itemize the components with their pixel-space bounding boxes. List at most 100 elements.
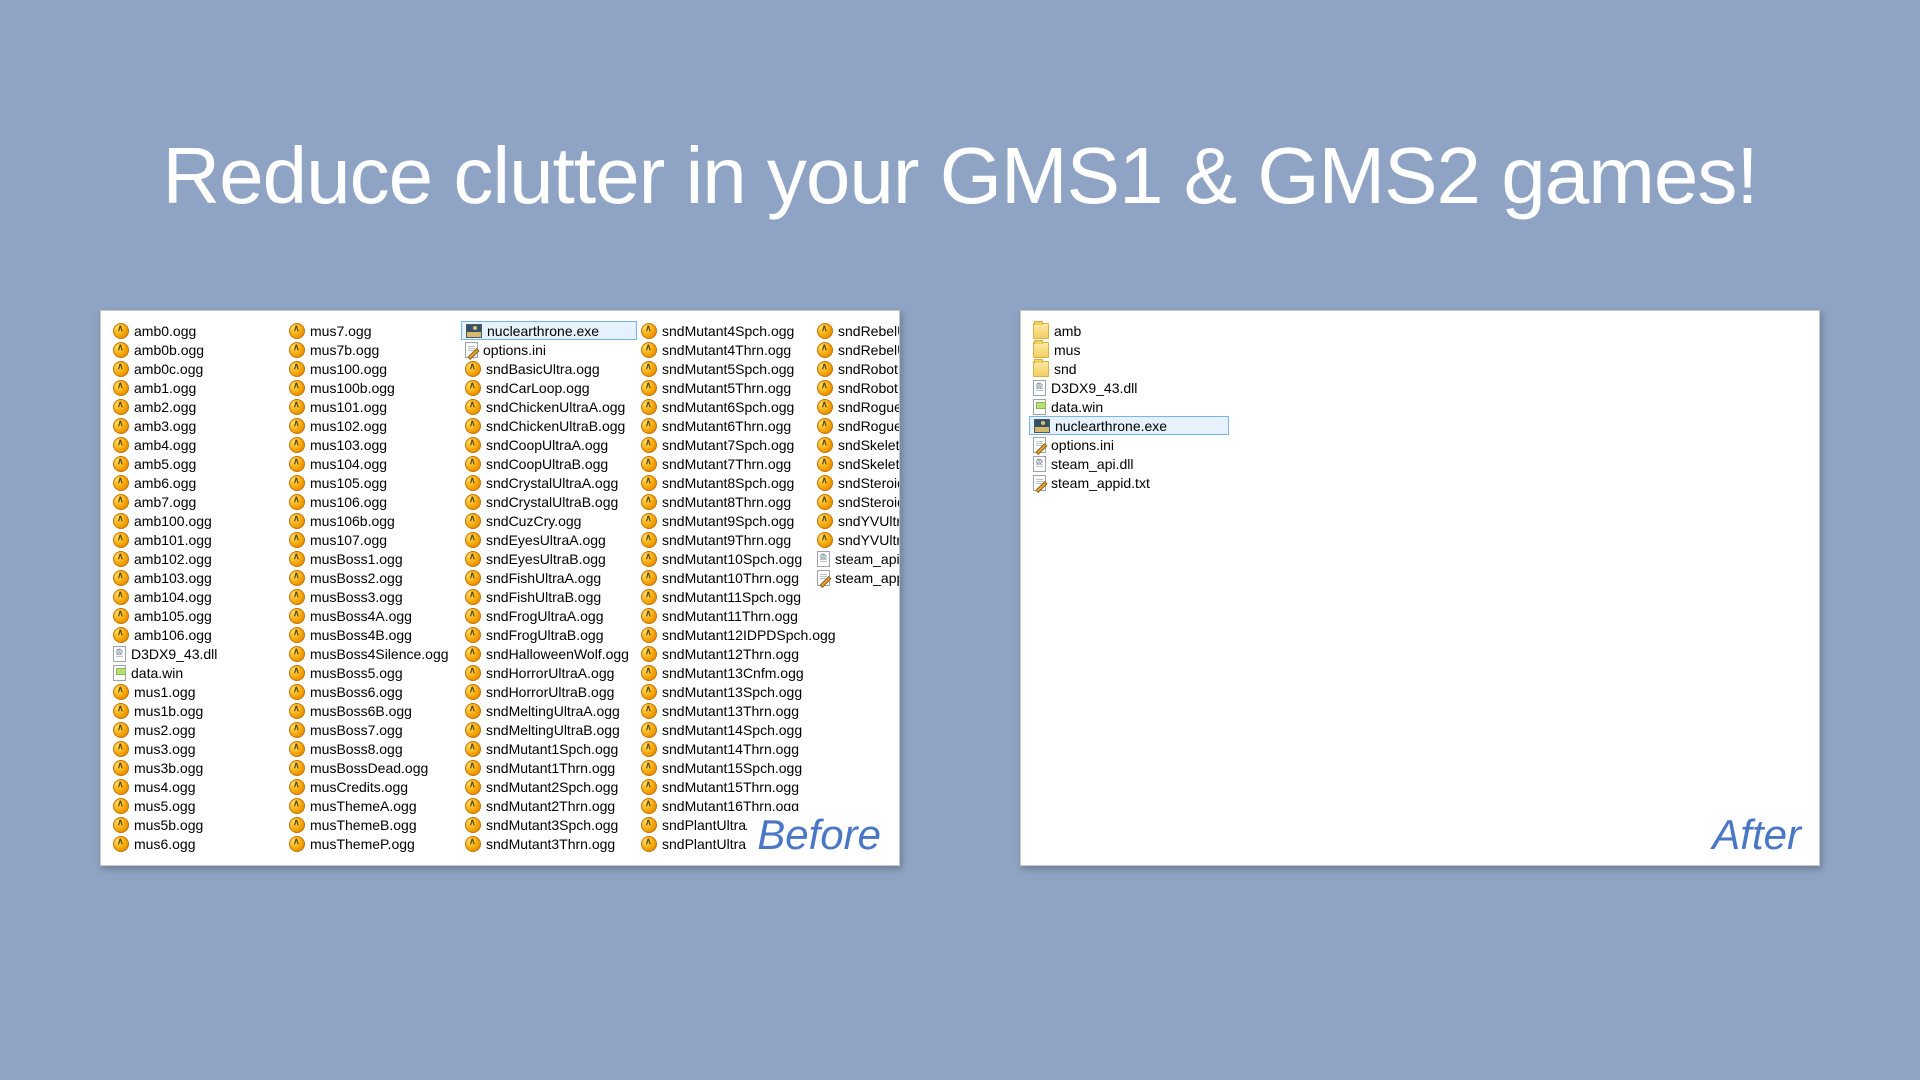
file-item[interactable]: sndBasicUltra.ogg <box>461 359 637 378</box>
file-item[interactable]: musThemeA.ogg <box>285 796 461 815</box>
file-item[interactable]: mus5.ogg <box>109 796 285 815</box>
file-item[interactable]: options.ini <box>461 340 637 359</box>
file-item[interactable]: amb103.ogg <box>109 568 285 587</box>
file-item[interactable]: sndCoopUltraB.ogg <box>461 454 637 473</box>
file-item[interactable]: sndMutant13Spch.ogg <box>637 682 813 701</box>
file-item[interactable]: sndFrogUltraB.ogg <box>461 625 637 644</box>
file-item[interactable]: mus102.ogg <box>285 416 461 435</box>
file-item[interactable]: amb100.ogg <box>109 511 285 530</box>
file-item[interactable]: sndMutant5Spch.ogg <box>637 359 813 378</box>
file-item[interactable]: musBoss4A.ogg <box>285 606 461 625</box>
file-item[interactable]: musBoss4Silence.ogg <box>285 644 461 663</box>
file-item[interactable]: sndChickenUltraB.ogg <box>461 416 637 435</box>
file-item[interactable]: sndMutant10Thrn.ogg <box>637 568 813 587</box>
file-item[interactable]: data.win <box>1029 397 1229 416</box>
file-item[interactable]: sndRebelUltraB.ogg <box>813 340 900 359</box>
file-item[interactable]: sndMutant11Spch.ogg <box>637 587 813 606</box>
file-item[interactable]: sndMutant12Thrn.ogg <box>637 644 813 663</box>
file-item[interactable]: sndMutant11Thrn.ogg <box>637 606 813 625</box>
file-item[interactable]: amb2.ogg <box>109 397 285 416</box>
file-item[interactable]: amb <box>1029 321 1229 340</box>
file-item[interactable]: steam_appid.txt <box>813 568 900 587</box>
file-item[interactable]: sndMutant3Spch.ogg <box>461 815 637 834</box>
file-item[interactable]: sndFishUltraB.ogg <box>461 587 637 606</box>
file-item[interactable]: musBoss2.ogg <box>285 568 461 587</box>
file-item[interactable]: snd <box>1029 359 1229 378</box>
file-item[interactable]: mus1b.ogg <box>109 701 285 720</box>
file-item[interactable]: amb1.ogg <box>109 378 285 397</box>
file-item[interactable]: amb3.ogg <box>109 416 285 435</box>
file-item[interactable]: sndMutant14Thrn.ogg <box>637 739 813 758</box>
file-item[interactable]: sndMutant6Spch.ogg <box>637 397 813 416</box>
file-item[interactable]: options.ini <box>1029 435 1229 454</box>
file-item[interactable]: sndMutant8Thrn.ogg <box>637 492 813 511</box>
file-item[interactable]: sndRobotUltraB.ogg <box>813 378 900 397</box>
file-item[interactable]: steam_api.dll <box>1029 454 1229 473</box>
file-item[interactable]: sndMutant1Spch.ogg <box>461 739 637 758</box>
file-item[interactable]: sndMutant14Spch.ogg <box>637 720 813 739</box>
file-item[interactable]: sndEyesUltraB.ogg <box>461 549 637 568</box>
file-item[interactable]: musBoss1.ogg <box>285 549 461 568</box>
file-item[interactable]: sndChickenUltraA.ogg <box>461 397 637 416</box>
file-item[interactable]: sndMeltingUltraA.ogg <box>461 701 637 720</box>
file-item[interactable]: mus <box>1029 340 1229 359</box>
file-item[interactable]: sndMutant6Thrn.ogg <box>637 416 813 435</box>
file-item[interactable]: sndRogueUltraB.ogg <box>813 416 900 435</box>
file-item[interactable]: sndSteroidsUltraA.ogg <box>813 473 900 492</box>
file-item[interactable]: sndMutant12IDPDSpch.ogg <box>637 625 813 644</box>
file-item[interactable]: mus3b.ogg <box>109 758 285 777</box>
file-item[interactable]: musThemeB.ogg <box>285 815 461 834</box>
file-item[interactable]: steam_appid.txt <box>1029 473 1229 492</box>
file-item[interactable]: sndMutant7Spch.ogg <box>637 435 813 454</box>
file-item[interactable]: sndMutant10Spch.ogg <box>637 549 813 568</box>
file-item[interactable]: sndMutant4Spch.ogg <box>637 321 813 340</box>
file-item[interactable]: sndCoopUltraA.ogg <box>461 435 637 454</box>
file-item[interactable]: sndCrystalUltraB.ogg <box>461 492 637 511</box>
file-item[interactable]: mus106.ogg <box>285 492 461 511</box>
file-item[interactable]: sndCrystalUltraA.ogg <box>461 473 637 492</box>
file-item[interactable]: musBoss4B.ogg <box>285 625 461 644</box>
file-item[interactable]: sndMutant1Thrn.ogg <box>461 758 637 777</box>
file-item[interactable]: sndHorrorUltraB.ogg <box>461 682 637 701</box>
file-item[interactable]: sndMeltingUltraB.ogg <box>461 720 637 739</box>
file-item[interactable]: mus6.ogg <box>109 834 285 853</box>
file-item[interactable]: sndSteroidsUltraB.ogg <box>813 492 900 511</box>
file-item[interactable]: mus100b.ogg <box>285 378 461 397</box>
file-item[interactable]: sndSkeletonUltraA.ogg <box>813 435 900 454</box>
file-item[interactable]: sndFishUltraA.ogg <box>461 568 637 587</box>
file-item[interactable]: sndMutant8Spch.ogg <box>637 473 813 492</box>
file-item[interactable]: amb4.ogg <box>109 435 285 454</box>
file-item[interactable]: sndYVUltraB.ogg <box>813 530 900 549</box>
file-item[interactable]: amb0c.ogg <box>109 359 285 378</box>
file-item[interactable]: sndCarLoop.ogg <box>461 378 637 397</box>
file-item[interactable]: mus2.ogg <box>109 720 285 739</box>
file-item[interactable]: sndRogueUltraA.ogg <box>813 397 900 416</box>
file-item[interactable]: amb0.ogg <box>109 321 285 340</box>
file-item[interactable]: mus1.ogg <box>109 682 285 701</box>
file-item[interactable]: sndCuzCry.ogg <box>461 511 637 530</box>
file-item[interactable]: D3DX9_43.dll <box>1029 378 1229 397</box>
file-item[interactable]: sndYVUltraA.ogg <box>813 511 900 530</box>
file-item[interactable]: musBoss5.ogg <box>285 663 461 682</box>
file-item[interactable]: sndFrogUltraA.ogg <box>461 606 637 625</box>
file-item[interactable]: sndMutant15Spch.ogg <box>637 758 813 777</box>
file-item[interactable]: sndMutant2Spch.ogg <box>461 777 637 796</box>
file-item[interactable]: mus104.ogg <box>285 454 461 473</box>
file-item[interactable]: musBoss6B.ogg <box>285 701 461 720</box>
file-item[interactable]: amb7.ogg <box>109 492 285 511</box>
file-item[interactable]: sndMutant2Thrn.ogg <box>461 796 637 815</box>
file-item[interactable]: mus7b.ogg <box>285 340 461 359</box>
file-item[interactable]: amb0b.ogg <box>109 340 285 359</box>
file-item[interactable]: musThemeP.ogg <box>285 834 461 853</box>
file-item[interactable]: steam_api.dll <box>813 549 900 568</box>
file-item[interactable]: sndRebelUltraA.ogg <box>813 321 900 340</box>
file-item[interactable]: sndSkeletonUltraB.ogg <box>813 454 900 473</box>
file-item[interactable]: musCredits.ogg <box>285 777 461 796</box>
file-item[interactable]: mus105.ogg <box>285 473 461 492</box>
file-item[interactable]: mus5b.ogg <box>109 815 285 834</box>
file-item[interactable]: amb106.ogg <box>109 625 285 644</box>
file-item[interactable]: mus100.ogg <box>285 359 461 378</box>
file-item[interactable]: sndMutant13Thrn.ogg <box>637 701 813 720</box>
file-item[interactable]: sndHalloweenWolf.ogg <box>461 644 637 663</box>
file-item[interactable]: sndMutant9Spch.ogg <box>637 511 813 530</box>
